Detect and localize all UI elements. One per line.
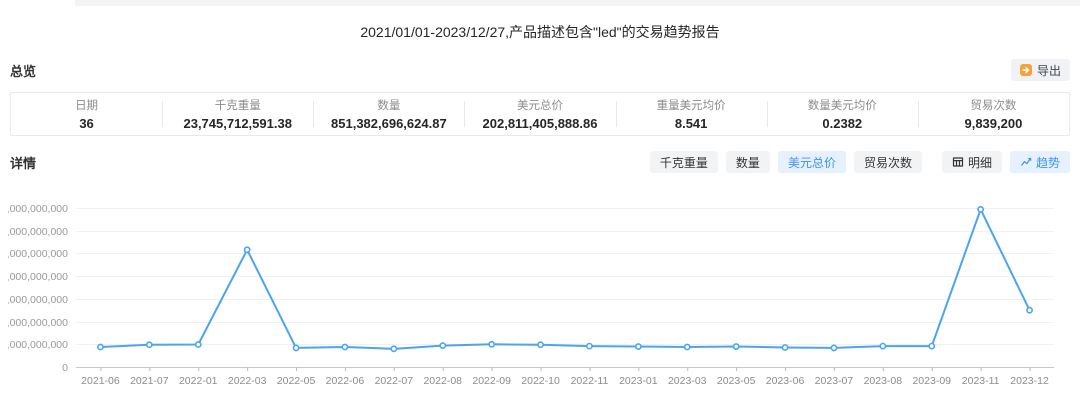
overview-column-label: 数量美元均价: [807, 100, 877, 112]
button-label: 贸易次数: [863, 155, 912, 170]
trend-chart-area: 0 5,000,000,000 10,000,000,000 15,000,000,0…: [0, 188, 1080, 395]
overview-column: 日期 36: [11, 93, 162, 135]
metric-button-3[interactable]: 美元总价: [777, 151, 846, 173]
data-point[interactable]: [683, 343, 691, 351]
x-axis-label: 2023-07: [815, 375, 854, 387]
overview-column: 数量美元均价 0.2382: [766, 93, 918, 135]
data-point[interactable]: [97, 343, 104, 351]
overview-header-row: 总览 导出: [0, 58, 1080, 82]
data-point[interactable]: [292, 344, 300, 352]
x-axis-label: 2023-09: [912, 375, 951, 387]
overview-column-label: 日期: [75, 100, 99, 112]
overview-column-value: 202,811,405,888.86: [482, 116, 598, 131]
overview-column-label: 数量: [377, 100, 401, 112]
overview-column: 美元总价 202,811,405,888.86: [464, 93, 615, 135]
overview-column-value: 851,382,696,624.87: [331, 116, 447, 131]
overview-column: 千克重量 23,745,712,591.38: [162, 93, 313, 135]
metric-button-4[interactable]: 贸易次数: [853, 151, 922, 173]
line-chart-icon: [1020, 156, 1032, 168]
x-axis-label: 2023-11: [962, 375, 1000, 387]
data-point[interactable]: [341, 343, 349, 351]
x-axis-label: 2023-03: [668, 375, 707, 387]
data-point[interactable]: [243, 246, 251, 254]
data-point[interactable]: [537, 341, 544, 349]
overview-column-label: 千克重量: [214, 100, 261, 112]
y-axis-label: 0: [62, 362, 68, 374]
overview-column-value: 8.541: [674, 116, 708, 131]
details-header-row: 详情 千克重量 数量 美元总价 贸易次数 明细 趋势: [0, 150, 1080, 174]
data-point[interactable]: [977, 205, 985, 213]
button-label: 明细: [967, 155, 992, 170]
y-axis-label: 30,000,000,000: [8, 226, 68, 238]
view-button-2[interactable]: 趋势: [1009, 151, 1070, 173]
x-axis-label: 2021-07: [130, 375, 169, 387]
data-point[interactable]: [1026, 306, 1033, 314]
button-label: 千克重量: [659, 155, 708, 170]
data-point[interactable]: [879, 342, 887, 350]
view-button-1[interactable]: 明细: [941, 151, 1002, 173]
details-toolbar: 千克重量 数量 美元总价 贸易次数 明细 趋势: [649, 151, 1070, 173]
button-label: 趋势: [1035, 155, 1060, 170]
x-axis-label: 2022-06: [326, 375, 365, 387]
x-axis-label: 2022-08: [423, 375, 462, 387]
y-axis-label: 20,000,000,000: [8, 271, 68, 283]
overview-column: 贸易次数 9,839,200: [917, 93, 1069, 135]
metric-button-group: 千克重量 数量 美元总价 贸易次数: [649, 151, 922, 173]
overview-column-value: 0.2382: [822, 116, 863, 131]
overview-summary-table: 日期 36 千克重量 23,745,712,591.38 数量 851,382,696,6…: [10, 92, 1070, 136]
overview-column: 数量 851,382,696,624.87: [313, 93, 464, 135]
trend-line: [99, 208, 1031, 350]
export-button[interactable]: 导出: [1010, 59, 1070, 81]
metric-button-2[interactable]: 数量: [725, 151, 770, 173]
x-axis-label: 2022-05: [277, 375, 316, 387]
page-title: 2021/01/01-2023/12/27,产品描述包含"led"的交易趋势报告: [360, 24, 720, 40]
data-point[interactable]: [634, 343, 642, 350]
y-axis-label: 35,000,000,000: [8, 203, 68, 215]
data-point[interactable]: [928, 342, 936, 350]
overview-column-label: 重量美元均价: [656, 100, 726, 112]
data-point[interactable]: [145, 341, 153, 349]
data-point[interactable]: [439, 342, 447, 350]
y-axis-label: 5,000,000,000: [8, 339, 68, 351]
data-point[interactable]: [194, 341, 202, 348]
overview-column-value: 23,745,712,591.38: [183, 116, 292, 131]
y-axis-label: 25,000,000,000: [8, 248, 68, 260]
overview-heading: 总览: [10, 63, 37, 79]
x-axis-label: 2023-08: [864, 375, 903, 387]
metric-button-1[interactable]: 千克重量: [649, 151, 718, 173]
x-axis-label: 2022-01: [179, 375, 218, 387]
y-axis-label: 10,000,000,000: [8, 317, 68, 329]
overview-column-value: 9,839,200: [964, 116, 1023, 131]
data-point[interactable]: [488, 340, 496, 348]
data-point[interactable]: [586, 342, 593, 350]
x-axis-label: 2022-11: [571, 375, 609, 387]
x-axis-label: 2023-01: [619, 375, 658, 387]
data-point[interactable]: [830, 344, 838, 352]
x-axis-label: 2023-12: [1010, 375, 1049, 387]
overview-column-value: 36: [79, 116, 94, 131]
data-point[interactable]: [390, 345, 398, 353]
x-axis-label: 2022-03: [228, 375, 267, 387]
trend-line-chart[interactable]: 0 5,000,000,000 10,000,000,000 15,000,000,0…: [0, 188, 1072, 390]
button-label: 美元总价: [787, 155, 836, 170]
data-point[interactable]: [781, 344, 789, 351]
x-axis-label: 2022-09: [472, 375, 511, 387]
overview-column-label: 贸易次数: [970, 100, 1017, 112]
y-axis-label: 15,000,000,000: [8, 294, 68, 306]
export-button-label: 导出: [1036, 63, 1061, 78]
x-axis-label: 2022-07: [375, 375, 414, 387]
data-point[interactable]: [732, 343, 740, 350]
x-axis-label: 2022-10: [521, 375, 560, 387]
table-icon: [952, 156, 964, 168]
x-axis-label: 2023-06: [766, 375, 805, 387]
export-arrow-icon: [1019, 64, 1032, 76]
details-heading: 详情: [10, 155, 37, 171]
view-mode-button-group: 明细 趋势: [941, 151, 1070, 173]
overview-column: 重量美元均价 8.541: [615, 93, 767, 135]
x-axis-label: 2023-05: [717, 375, 756, 387]
x-axis-label: 2021-06: [81, 375, 120, 387]
top-scroll-strip: [0, 0, 1080, 6]
overview-column-label: 美元总价: [516, 100, 563, 112]
button-label: 数量: [735, 155, 760, 170]
